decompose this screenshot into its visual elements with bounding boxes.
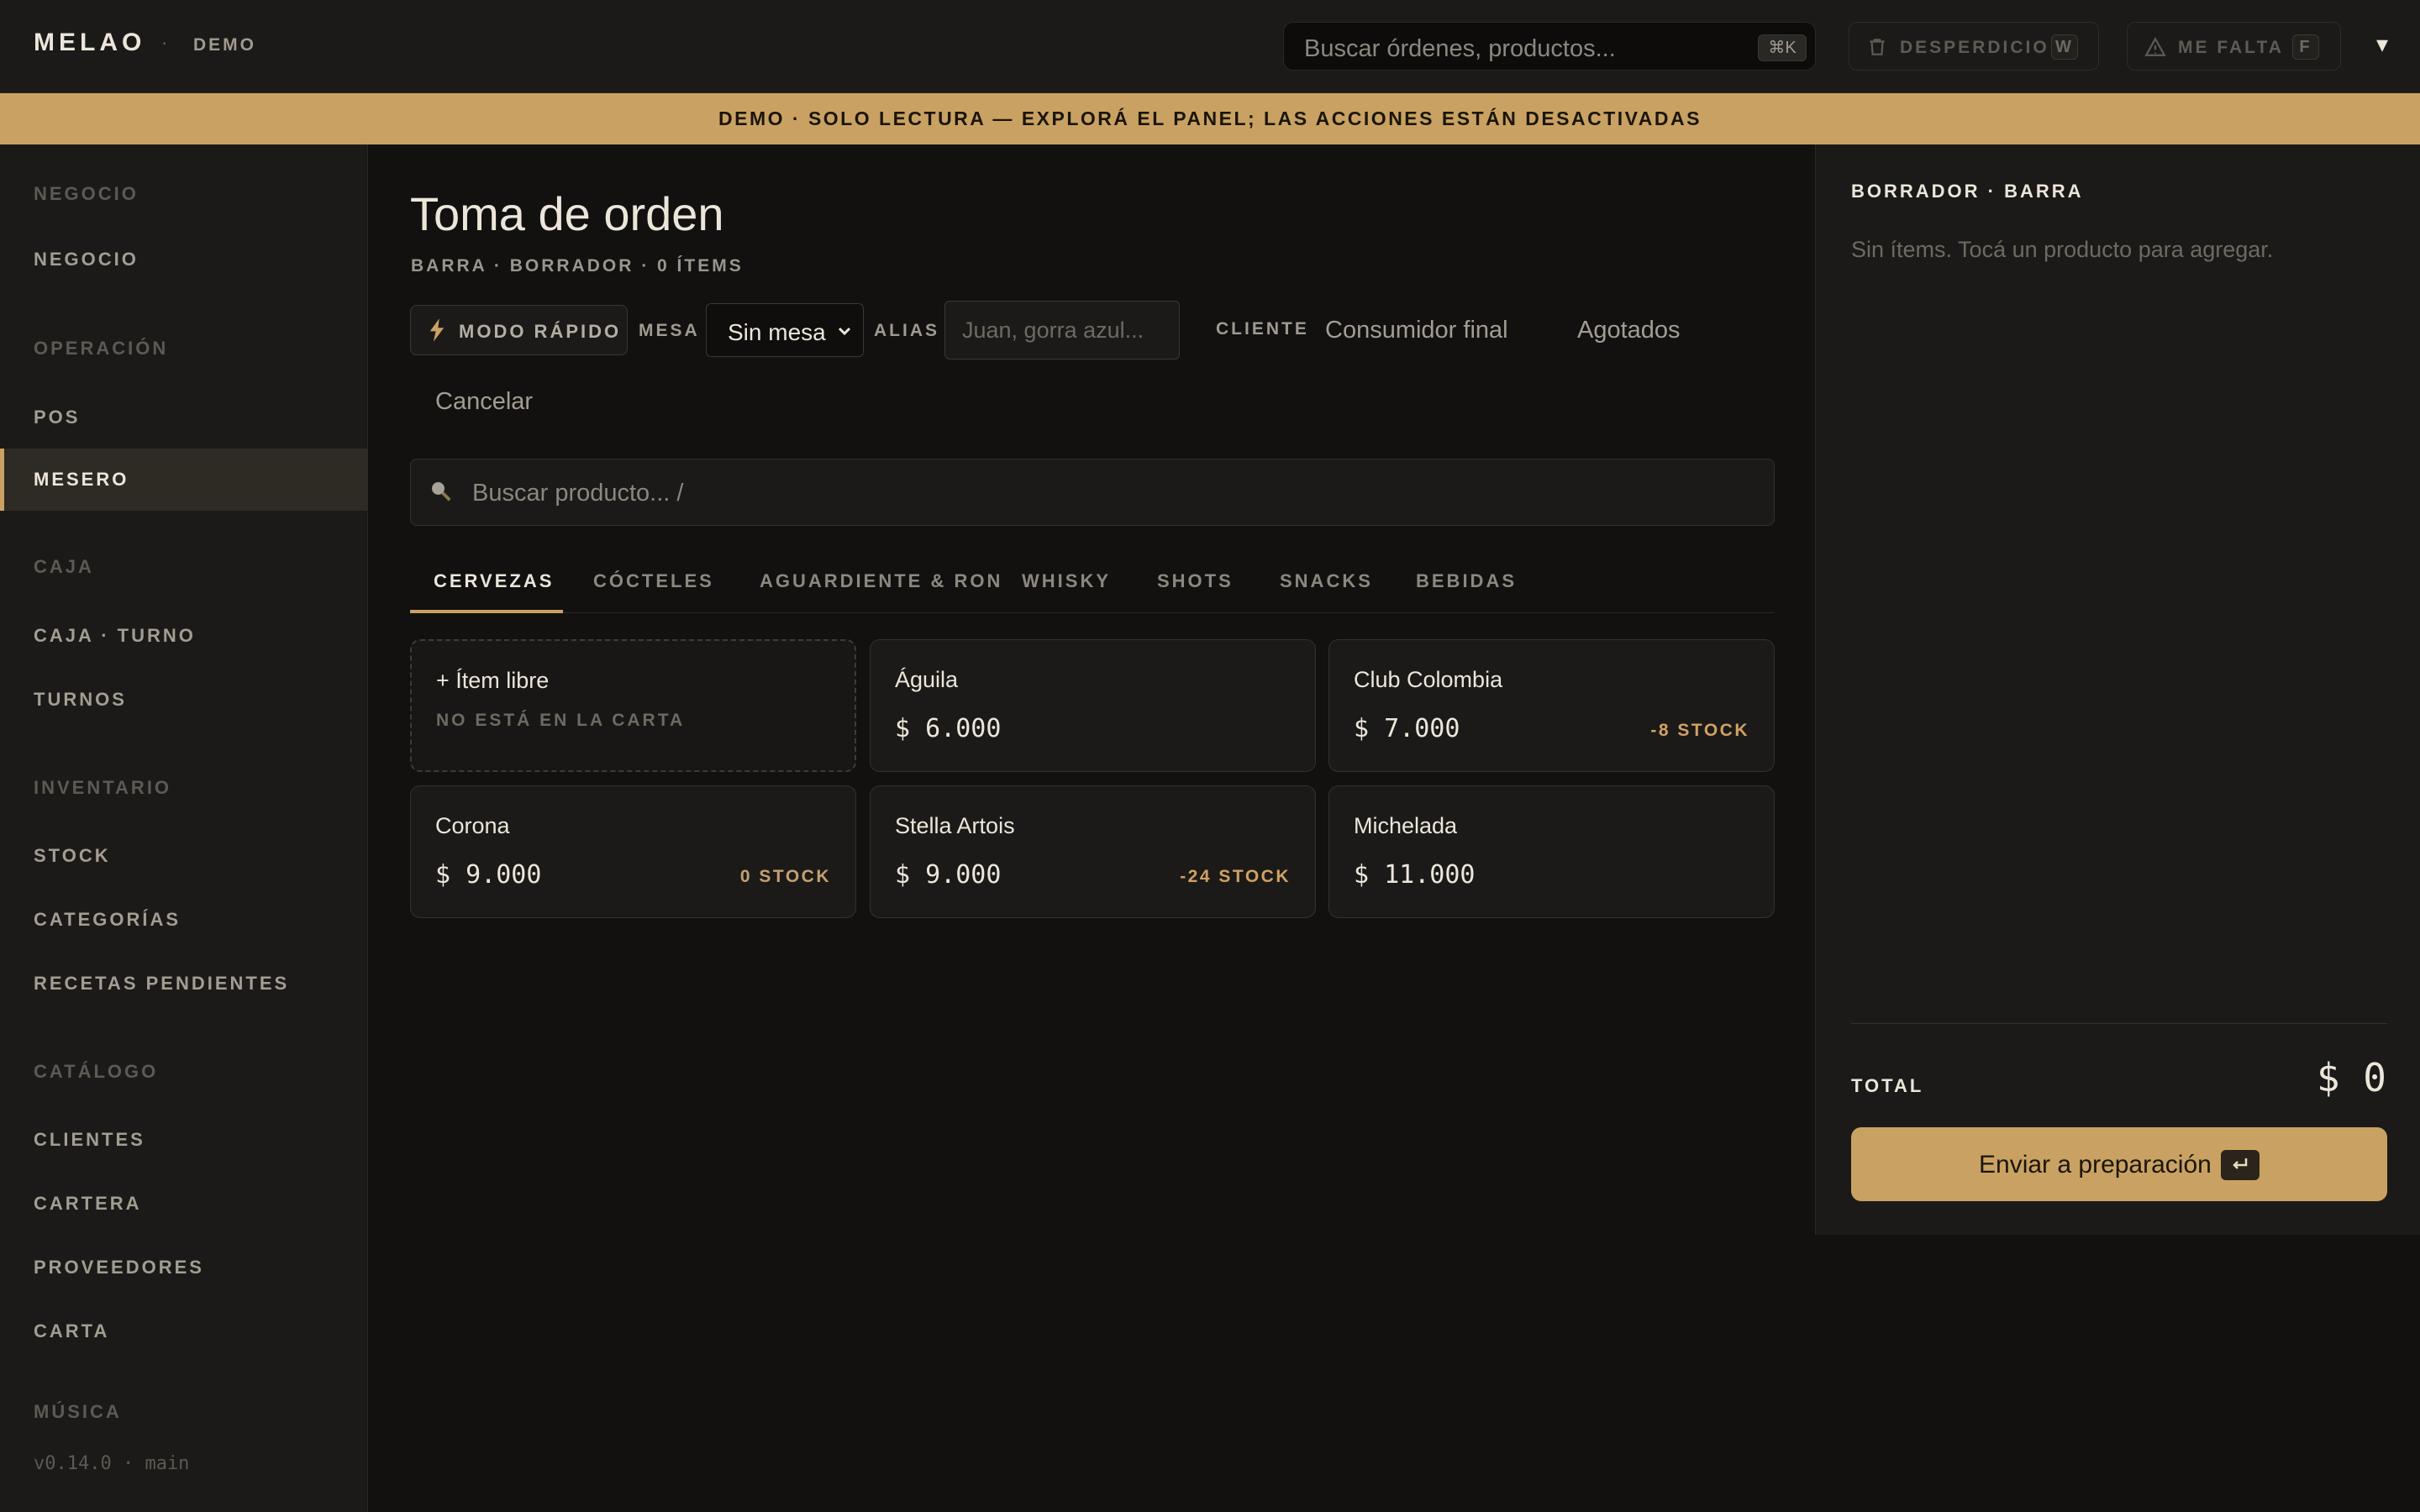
product-price: $ 9.000 bbox=[895, 860, 1002, 890]
alias-label: ALIAS bbox=[874, 321, 939, 340]
sidebar-section-operacion: OPERACIÓN bbox=[34, 338, 169, 359]
sidebar-section-negocio: NEGOCIO bbox=[34, 183, 139, 204]
product-name: Corona bbox=[435, 813, 510, 838]
tab-shots[interactable]: SHOTS bbox=[1157, 548, 1234, 613]
version-label: v0.14.0 · main bbox=[34, 1453, 190, 1474]
chevron-down-icon bbox=[838, 327, 851, 336]
stock-badge: -8 STOCK bbox=[1650, 721, 1749, 740]
sidebar: NEGOCIO NEGOCIO OPERACIÓN POS MESERO CAJ… bbox=[0, 144, 368, 1512]
product-price: $ 9.000 bbox=[435, 860, 542, 890]
product-price: $ 11.000 bbox=[1354, 860, 1476, 890]
top-bar: MELAO · DEMO Buscar órdenes, productos..… bbox=[0, 0, 2420, 93]
sidebar-item-proveedores[interactable]: PROVEEDORES bbox=[34, 1257, 204, 1278]
order-panel-title: BORRADOR · BARRA bbox=[1851, 181, 2084, 202]
alias-field-wrap bbox=[944, 301, 1180, 360]
order-panel: BORRADOR · BARRA Sin ítems. Tocá un prod… bbox=[1815, 144, 2420, 1235]
product-name: Club Colombia bbox=[1354, 667, 1503, 692]
sidebar-item-cartera[interactable]: CARTERA bbox=[34, 1193, 142, 1215]
stock-badge: -24 STOCK bbox=[1180, 867, 1291, 886]
stock-badge: 0 STOCK bbox=[739, 867, 831, 886]
demo-banner: DEMO · SOLO LECTURA — EXPLORÁ EL PANEL; … bbox=[0, 93, 2420, 144]
page-title: Toma de orden bbox=[410, 187, 724, 240]
order-empty-message: Sin ítems. Tocá un producto para agregar… bbox=[1851, 237, 2274, 262]
sidebar-item-categorias[interactable]: CATEGORÍAS bbox=[34, 909, 181, 931]
product-search-input[interactable]: Buscar producto... / bbox=[410, 459, 1775, 526]
sidebar-section-catalogo: CATÁLOGO bbox=[34, 1061, 159, 1082]
total-value: $ 0 bbox=[2316, 1055, 2386, 1100]
sidebar-section-musica: MÚSICA bbox=[34, 1401, 122, 1422]
product-price: $ 6.000 bbox=[895, 714, 1002, 743]
user-menu-chevron-icon[interactable]: ▾ bbox=[2376, 30, 2388, 58]
brand-logo[interactable]: MELAO bbox=[34, 29, 145, 57]
sidebar-item-pos[interactable]: POS bbox=[34, 407, 80, 428]
total-label: TOTAL bbox=[1851, 1075, 1924, 1096]
sidebar-item-caja-turno[interactable]: CAJA · TURNO bbox=[34, 625, 196, 647]
page-subtitle: BARRA · BORRADOR · 0 ÍTEMS bbox=[411, 256, 744, 276]
enter-key-icon bbox=[2221, 1150, 2260, 1180]
waste-shortcut: W bbox=[2051, 34, 2078, 60]
send-button-label: Enviar a preparación bbox=[1979, 1151, 2212, 1179]
order-main: Toma de orden BARRA · BORRADOR · 0 ÍTEMS… bbox=[369, 144, 1815, 1512]
product-name: Michelada bbox=[1354, 813, 1458, 838]
tab-whisky[interactable]: WHISKY bbox=[1022, 548, 1111, 613]
send-to-preparation-button[interactable]: Enviar a preparación bbox=[1851, 1127, 2387, 1201]
product-card[interactable]: Stella Artois $ 9.000 -24 STOCK bbox=[870, 785, 1316, 918]
product-name: Stella Artois bbox=[895, 813, 1015, 838]
quick-mode-button[interactable]: MODO RÁPIDO bbox=[410, 305, 628, 355]
product-card[interactable]: Club Colombia $ 7.000 -8 STOCK bbox=[1328, 639, 1775, 772]
brand-separator: · bbox=[161, 32, 168, 53]
category-tabs: CERVEZAS CÓCTELES AGUARDIENTE & RON WHIS… bbox=[410, 548, 1775, 613]
product-card[interactable]: Águila $ 6.000 bbox=[870, 639, 1316, 772]
sidebar-item-negocio[interactable]: NEGOCIO bbox=[34, 249, 139, 270]
sidebar-item-turnos[interactable]: TURNOS bbox=[34, 689, 127, 711]
global-search[interactable]: Buscar órdenes, productos... ⌘K bbox=[1283, 22, 1816, 71]
divider bbox=[1851, 1023, 2387, 1024]
cancel-button[interactable]: Cancelar bbox=[435, 388, 533, 416]
demo-badge: DEMO bbox=[193, 35, 256, 55]
tab-bebidas[interactable]: BEBIDAS bbox=[1416, 548, 1517, 613]
product-price: $ 7.000 bbox=[1354, 714, 1460, 743]
sidebar-section-caja: CAJA bbox=[34, 556, 94, 577]
sidebar-section-inventario: INVENTARIO bbox=[34, 777, 172, 798]
missing-shortcut: F bbox=[2292, 34, 2319, 60]
free-item-note: NO ESTÁ EN LA CARTA bbox=[436, 711, 686, 730]
product-name: Águila bbox=[895, 667, 959, 692]
sidebar-item-carta[interactable]: CARTA bbox=[34, 1320, 109, 1342]
cliente-selector[interactable]: Consumidor final bbox=[1325, 317, 1508, 344]
missing-button[interactable]: ME FALTA F bbox=[2127, 22, 2341, 71]
tab-aguardiente-ron[interactable]: AGUARDIENTE & RON bbox=[760, 548, 1002, 613]
trash-icon bbox=[1870, 39, 1885, 55]
search-icon bbox=[432, 482, 451, 501]
product-search-placeholder: Buscar producto... / bbox=[472, 480, 684, 507]
missing-button-label: ME FALTA bbox=[2178, 38, 2284, 57]
alias-field[interactable] bbox=[945, 302, 1179, 359]
product-card[interactable]: Corona $ 9.000 0 STOCK bbox=[410, 785, 856, 918]
tab-cocteles[interactable]: CÓCTELES bbox=[593, 548, 714, 613]
tab-snacks[interactable]: SNACKS bbox=[1280, 548, 1373, 613]
sidebar-item-mesero-label: MESERO bbox=[34, 469, 129, 490]
cliente-label: CLIENTE bbox=[1216, 319, 1309, 339]
free-item-card[interactable]: + Ítem libre NO ESTÁ EN LA CARTA bbox=[410, 639, 856, 772]
mesa-select[interactable]: Sin mesa bbox=[706, 303, 864, 357]
warning-icon bbox=[2144, 37, 2166, 56]
sidebar-item-clientes[interactable]: CLIENTES bbox=[34, 1129, 145, 1151]
waste-button[interactable]: DESPERDICIO W bbox=[1849, 22, 2099, 71]
lightning-icon bbox=[429, 318, 445, 342]
mesa-select-value: Sin mesa bbox=[728, 319, 826, 345]
sidebar-item-stock[interactable]: STOCK bbox=[34, 845, 111, 867]
waste-button-label: DESPERDICIO bbox=[1900, 38, 2049, 57]
tab-cervezas[interactable]: CERVEZAS bbox=[410, 548, 563, 613]
sidebar-item-recetas-pendientes[interactable]: RECETAS PENDIENTES bbox=[34, 973, 289, 995]
search-shortcut: ⌘K bbox=[1758, 34, 1807, 61]
sidebar-item-mesero[interactable]: MESERO bbox=[0, 449, 368, 511]
free-item-label: + Ítem libre bbox=[436, 668, 550, 693]
agotados-button[interactable]: Agotados bbox=[1577, 317, 1681, 344]
mesa-label: MESA bbox=[639, 321, 700, 340]
quick-mode-label: MODO RÁPIDO bbox=[459, 321, 622, 342]
global-search-placeholder: Buscar órdenes, productos... bbox=[1304, 35, 1616, 62]
product-card[interactable]: Michelada $ 11.000 bbox=[1328, 785, 1775, 918]
